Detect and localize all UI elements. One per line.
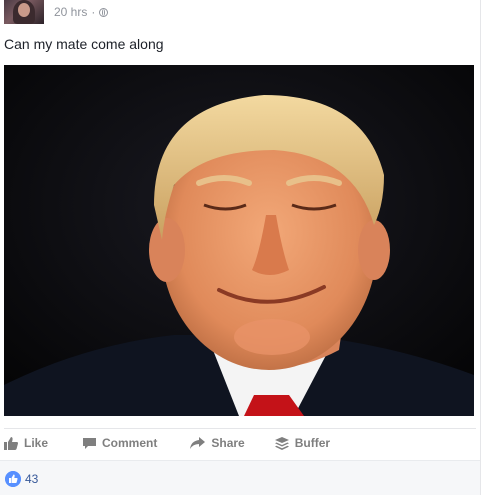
comment-button[interactable]: Comment [83,436,157,450]
buffer-label: Buffer [294,436,331,450]
share-button[interactable]: Share [190,436,245,450]
thumbs-up-icon [4,436,18,450]
comment-label: Comment [102,436,158,450]
post-header: 20 hrs · [4,0,109,24]
post-timestamp[interactable]: 20 hrs [54,5,87,19]
photo-illustration [4,65,474,416]
buffer-stack-icon [274,436,289,450]
comment-icon [83,437,97,449]
share-arrow-icon [190,437,206,449]
post-text: Can my mate come along [4,36,164,52]
thumbs-up-icon [5,471,21,487]
buffer-button[interactable]: Buffer [274,436,331,450]
post-actions: Like Comment Share Buffer [4,430,330,456]
reaction-count[interactable]: 43 [25,472,38,486]
reactions-bar: 43 [0,460,480,495]
like-label: Like [24,436,49,450]
reactions-summary[interactable]: 43 [5,471,38,487]
actions-divider [4,428,476,429]
share-label: Share [211,436,245,450]
post-meta: 20 hrs · [54,5,109,19]
post-photo[interactable] [4,65,474,416]
globe-icon[interactable] [99,7,109,17]
post-card: 20 hrs · Can my mate come along Like Com… [0,0,480,495]
meta-separator: · [91,5,96,19]
avatar[interactable] [4,0,44,24]
like-button[interactable]: Like [4,436,48,450]
feed-right-edge [480,0,493,495]
